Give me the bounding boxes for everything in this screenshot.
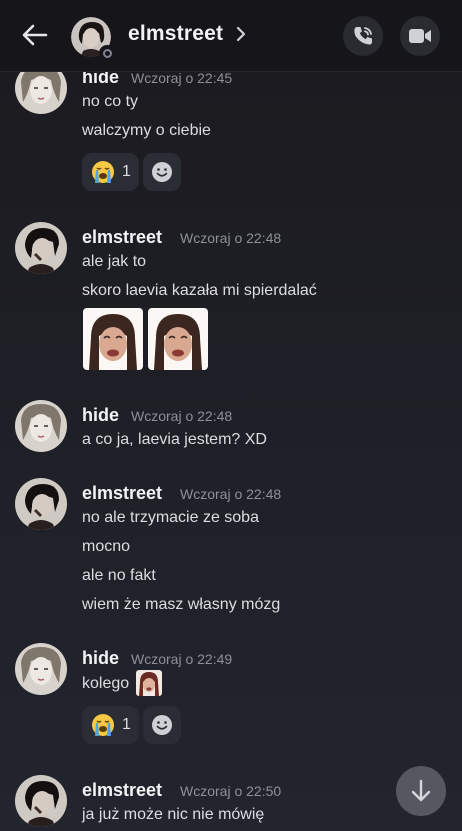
add-reaction-button[interactable] [143, 706, 181, 744]
jump-to-present-button[interactable] [396, 766, 446, 816]
inline-emoji [136, 670, 162, 696]
video-camera-icon [409, 29, 431, 43]
reaction-chip[interactable]: 1 [82, 706, 139, 744]
crying-face-sticker[interactable] [148, 308, 208, 370]
video-call-button[interactable] [400, 16, 440, 56]
message-timestamp: Wczoraj o 22:48 [131, 408, 233, 424]
loudly-crying-face-icon [92, 714, 114, 736]
arrow-down-icon [411, 779, 431, 802]
message-text: kolego [82, 675, 130, 692]
phone-icon [354, 27, 372, 45]
page-title[interactable]: elmstreet [128, 22, 223, 46]
message-text: a co ja, laevia jestem? XD [82, 431, 267, 448]
message-text: mocno [82, 538, 131, 555]
message-text: ja już może nic nie mówię [82, 806, 265, 823]
message-author[interactable]: elmstreet [82, 780, 162, 801]
avatar[interactable] [15, 400, 67, 452]
message-timestamp: Wczoraj o 22:48 [180, 486, 282, 502]
message-text: no ale trzymacie ze soba [82, 509, 259, 526]
loudly-crying-face-icon [92, 161, 114, 183]
avatar[interactable] [15, 222, 67, 274]
avatar[interactable] [15, 643, 67, 695]
message-author[interactable]: hide [82, 648, 119, 669]
add-reaction-button[interactable] [143, 153, 181, 191]
message-timestamp: Wczoraj o 22:48 [180, 230, 282, 246]
voice-call-button[interactable] [343, 16, 383, 56]
message-timestamp: Wczoraj o 22:45 [131, 70, 233, 86]
message-text: ale no fakt [82, 567, 156, 584]
reaction-count: 1 [122, 716, 131, 733]
smiley-icon [152, 162, 172, 182]
chat-header: elmstreet [0, 0, 462, 72]
back-button[interactable] [20, 20, 50, 50]
message-author[interactable]: elmstreet [82, 227, 162, 248]
message-text: walczymy o ciebie [82, 122, 211, 139]
avatar[interactable] [71, 17, 115, 61]
message-text: skoro laevia kazała mi spierdalać [82, 282, 317, 299]
message-text: ale jak to [82, 253, 147, 270]
arrow-left-icon [22, 24, 48, 46]
smiley-icon [152, 715, 172, 735]
status-offline-icon [99, 45, 115, 61]
reaction-count: 1 [122, 163, 131, 180]
message-timestamp: Wczoraj o 22:50 [180, 783, 282, 799]
avatar[interactable] [15, 478, 67, 530]
message-author[interactable]: hide [82, 405, 119, 426]
chevron-right-icon[interactable] [236, 26, 246, 42]
avatar[interactable] [15, 775, 67, 827]
message-author[interactable]: elmstreet [82, 483, 162, 504]
crying-face-sticker[interactable] [83, 308, 143, 370]
message-text: wiem że masz własny mózg [82, 596, 281, 613]
message-timestamp: Wczoraj o 22:49 [131, 651, 233, 667]
message-text: no co ty [82, 93, 139, 110]
reaction-chip[interactable]: 1 [82, 153, 139, 191]
